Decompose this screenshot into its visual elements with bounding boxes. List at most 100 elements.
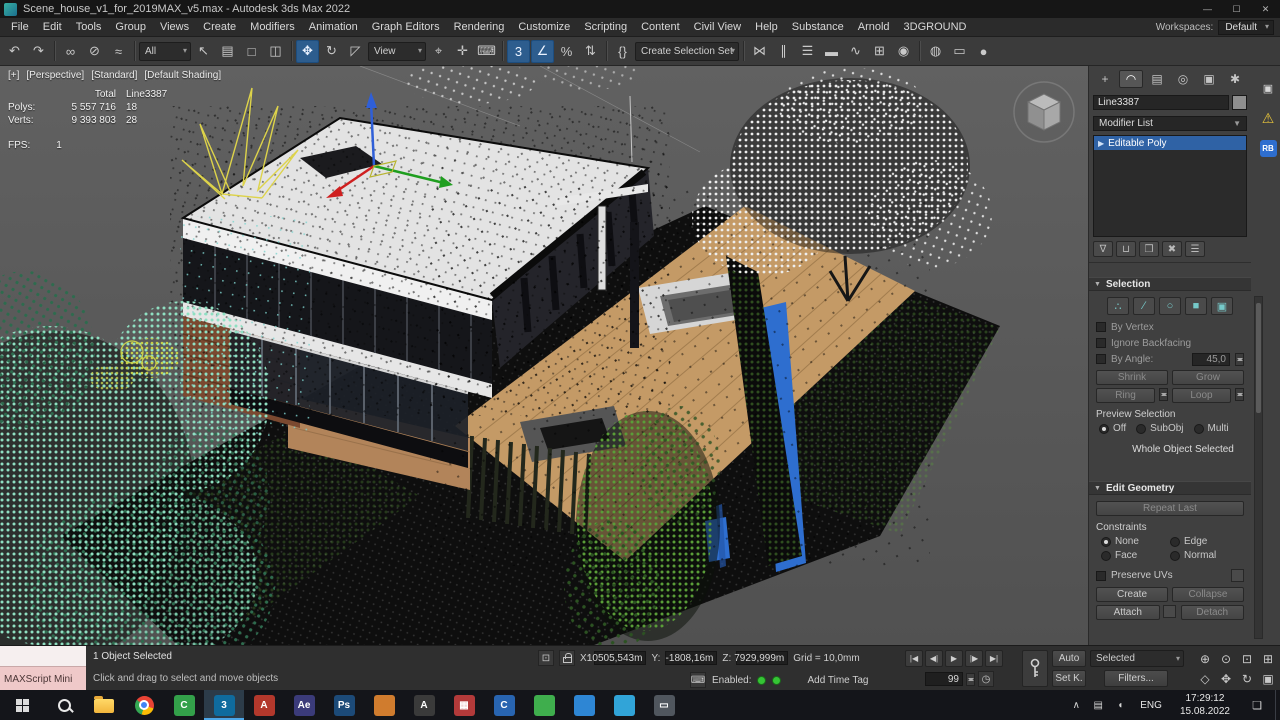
by-vertex-row[interactable]: By Vertex — [1089, 319, 1251, 335]
mirror-icon[interactable]: ⋈ — [748, 40, 771, 63]
blue-c-app[interactable]: C — [484, 690, 524, 720]
edge-mode-icon[interactable]: ∕ — [1133, 297, 1155, 315]
plugin-badge-icon[interactable]: ▣ — [1260, 80, 1277, 97]
align-icon[interactable]: ∥ — [772, 40, 795, 63]
y-coordinate-field[interactable]: -1808,16m — [665, 651, 717, 665]
go-to-start-button[interactable]: |◀ — [905, 650, 923, 667]
snaps-toggle-icon[interactable]: 3 — [507, 40, 530, 63]
previous-frame-button[interactable]: ◀| — [925, 650, 943, 667]
file-explorer[interactable] — [84, 690, 124, 720]
menu-help[interactable]: Help — [748, 19, 785, 35]
panel-scrollbar[interactable] — [1254, 296, 1263, 639]
preserve-uvs-settings-button[interactable] — [1231, 569, 1244, 582]
ignore-backfacing-checkbox[interactable] — [1096, 338, 1106, 348]
action-center-icon[interactable]: ❏ — [1239, 690, 1275, 720]
element-mode-icon[interactable]: ▣ — [1211, 297, 1233, 315]
menu-edit[interactable]: Edit — [36, 19, 69, 35]
x-coordinate-field[interactable]: 10505,543m — [594, 651, 646, 665]
maxscript-input-line[interactable]: MAXScript Mini — [0, 667, 86, 691]
edit-named-sets-icon[interactable]: {} — [611, 40, 634, 63]
grow-button[interactable]: Grow — [1172, 370, 1244, 385]
menu-create[interactable]: Create — [196, 19, 243, 35]
green-c-app[interactable]: C — [164, 690, 204, 720]
frame-number-field[interactable]: 99 — [925, 672, 963, 686]
show-desktop-button[interactable] — [1275, 690, 1280, 720]
blue-round-app[interactable] — [564, 690, 604, 720]
undo-icon[interactable]: ↶ — [3, 40, 26, 63]
unlink-selection-icon[interactable]: ⊘ — [83, 40, 106, 63]
keyboard-override-icon[interactable]: ⌨ — [475, 40, 498, 63]
isolate-selection-icon[interactable]: ⊡ — [538, 650, 554, 666]
menu-animation[interactable]: Animation — [302, 19, 365, 35]
ring-spinner[interactable] — [1159, 388, 1168, 401]
repeat-last-button[interactable]: Repeat Last — [1096, 501, 1244, 516]
modifier-list-dropdown[interactable]: Modifier List ▼ — [1093, 116, 1247, 131]
maxscript-mini-listener[interactable]: MAXScript Mini — [0, 646, 86, 691]
select-object-icon[interactable]: ↖ — [192, 40, 215, 63]
by-angle-spinner[interactable] — [1235, 353, 1244, 366]
shrink-button[interactable]: Shrink — [1096, 370, 1168, 385]
reference-coordinate-dropdown[interactable]: View — [368, 42, 426, 61]
by-vertex-checkbox[interactable] — [1096, 322, 1106, 332]
bind-to-space-warp-icon[interactable]: ≈ — [107, 40, 130, 63]
collapse-button[interactable]: Collapse — [1172, 587, 1244, 602]
language-indicator[interactable]: ENG — [1131, 700, 1171, 711]
menu-content[interactable]: Content — [634, 19, 687, 35]
configure-modifier-sets-icon[interactable]: ☰ — [1185, 241, 1205, 257]
zoom-icon[interactable]: ⊕ — [1195, 649, 1215, 668]
3ds-max[interactable]: 3 — [204, 690, 244, 720]
tab-motion[interactable]: ◎ — [1171, 70, 1195, 88]
zoom-extents-icon[interactable]: ⊡ — [1237, 649, 1257, 668]
set-key-button[interactable]: Set K. — [1052, 670, 1086, 687]
z-coordinate-field[interactable]: 7929,999m — [736, 651, 788, 665]
menu-views[interactable]: Views — [153, 19, 196, 35]
rendered-frame-icon[interactable]: ▭ — [948, 40, 971, 63]
chrome[interactable] — [124, 690, 164, 720]
maximize-button[interactable]: ☐ — [1222, 0, 1251, 18]
auto-key-button[interactable]: Auto — [1052, 650, 1086, 667]
tray-icon-2[interactable]: ◖ — [1109, 690, 1131, 720]
attach-button[interactable]: Attach — [1096, 605, 1160, 620]
arnold-app[interactable]: A — [404, 690, 444, 720]
tab-utilities[interactable]: ✱ — [1223, 70, 1247, 88]
tab-create[interactable]: + — [1093, 70, 1117, 88]
schematic-view-icon[interactable]: ⊞ — [868, 40, 891, 63]
render-setup-icon[interactable]: ◍ — [924, 40, 947, 63]
menu-group[interactable]: Group — [108, 19, 153, 35]
preview-subobj-radio[interactable]: SubObj — [1136, 423, 1183, 434]
spinner-snap-icon[interactable]: ⇅ — [579, 40, 602, 63]
menu-substance[interactable]: Substance — [785, 19, 851, 35]
taskbar-clock[interactable]: 17:29:12 15.08.2022 — [1171, 692, 1239, 718]
close-button[interactable]: ✕ — [1251, 0, 1280, 18]
rectangular-selection-icon[interactable]: □ — [240, 40, 263, 63]
redo-icon[interactable]: ↷ — [27, 40, 50, 63]
constraint-none-radio[interactable]: None — [1101, 536, 1170, 547]
rb-badge-icon[interactable]: RB — [1260, 140, 1277, 157]
next-frame-button[interactable]: |▶ — [965, 650, 983, 667]
menu-customize[interactable]: Customize — [511, 19, 577, 35]
tab-modify[interactable]: ◠ — [1119, 70, 1143, 88]
constraint-normal-radio[interactable]: Normal — [1170, 550, 1239, 561]
ignore-backfacing-row[interactable]: Ignore Backfacing — [1089, 335, 1251, 351]
render-production-icon[interactable]: ● — [972, 40, 995, 63]
by-angle-checkbox[interactable] — [1096, 354, 1106, 364]
layer-explorer-icon[interactable]: ☰ — [796, 40, 819, 63]
create-button[interactable]: Create — [1096, 587, 1168, 602]
make-unique-icon[interactable]: ❒ — [1139, 241, 1159, 257]
set-keys-button[interactable] — [1022, 650, 1048, 687]
menu-civil-view[interactable]: Civil View — [687, 19, 748, 35]
panel-scrollbar-thumb[interactable] — [1256, 303, 1261, 413]
menu-arnold[interactable]: Arnold — [851, 19, 897, 35]
telegram-app[interactable] — [604, 690, 644, 720]
by-angle-row[interactable]: By Angle: 45,0 — [1089, 351, 1251, 367]
monitor-app[interactable]: ▭ — [644, 690, 684, 720]
show-end-result-icon[interactable]: ⊔ — [1116, 241, 1136, 257]
orange-app[interactable] — [364, 690, 404, 720]
menu-file[interactable]: File — [4, 19, 36, 35]
remove-modifier-icon[interactable]: ✖ — [1162, 241, 1182, 257]
keyboard-icon[interactable]: ⌨ — [690, 672, 706, 688]
minimize-button[interactable]: — — [1193, 0, 1222, 18]
loop-button[interactable]: Loop — [1172, 388, 1231, 403]
menu-rendering[interactable]: Rendering — [447, 19, 512, 35]
key-filters-button[interactable]: Filters... — [1104, 670, 1168, 687]
